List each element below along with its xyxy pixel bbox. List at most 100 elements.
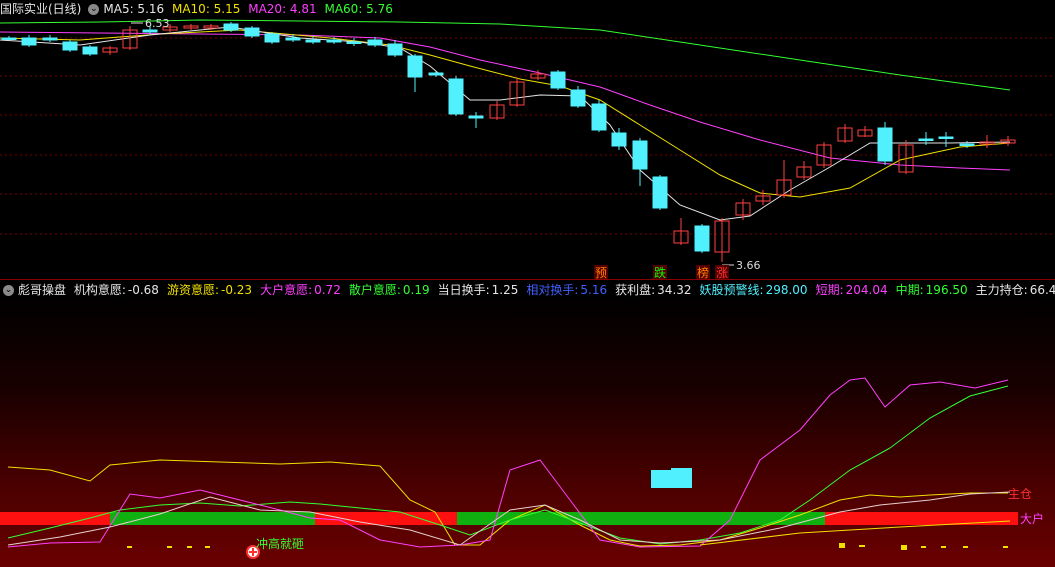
candle-body (407, 55, 423, 78)
signal-label: 跌 (654, 265, 666, 280)
candle-body (632, 140, 648, 170)
candle-body (367, 39, 383, 46)
main-legend: 国际实业(日线) ⌄ MA5: 5.16 MA10: 5.15 MA20: 4.81… (0, 0, 1055, 18)
candle-body (428, 72, 444, 76)
indicator-label: 游资意愿: (166, 283, 219, 297)
stock-title: 国际实业(日线) (0, 2, 82, 16)
candle-body (1, 37, 17, 40)
candle-body (142, 29, 158, 33)
ma20-legend: MA20: 4.81 (248, 2, 317, 16)
indicator-item: 散户意愿: 0.19 (349, 283, 434, 297)
chevron-down-icon[interactable]: ⌄ (88, 4, 100, 15)
ma5-line (0, 26, 1011, 221)
band-segment (0, 512, 110, 525)
high-label: 6.53 (145, 17, 170, 30)
candle-body (305, 39, 321, 43)
indicator-item: 短期: 204.04 (816, 283, 892, 297)
band-segment (825, 512, 1018, 525)
indicator-chart[interactable]: 冲高就砸 主仓大户 (0, 297, 1055, 567)
candle-body (652, 176, 668, 209)
indicator-value: 0.72 (314, 283, 341, 297)
marker (127, 546, 132, 548)
candle-body (877, 127, 893, 162)
candlestick-chart[interactable]: 6.53 3.66 预 跌 榜涨 (0, 0, 1055, 280)
ma5-legend: MA5: 5.16 (103, 2, 165, 16)
marker (859, 545, 865, 547)
indicator-item: 相对换手: 5.16 (526, 283, 611, 297)
marker (205, 546, 210, 548)
indicator-value: 5.16 (580, 283, 608, 297)
indicator-label: 获利盘: (615, 283, 656, 297)
candle-body (326, 39, 342, 43)
indicator-item: 获利盘: 34.32 (615, 283, 695, 297)
candle-body (694, 225, 710, 252)
marker (941, 546, 946, 548)
indicator-label: 中期: (895, 283, 924, 297)
indicator-label: 短期: (815, 283, 844, 297)
candle-body (346, 41, 362, 44)
candle-body (550, 71, 566, 89)
alert-block (671, 468, 692, 488)
marker (901, 545, 907, 550)
indicator-label: 妖股预警线: (699, 283, 764, 297)
candle-body (387, 43, 403, 56)
signal-label: 预 (595, 266, 607, 280)
indicator-value: 196.50 (925, 283, 968, 297)
ma20-line (0, 31, 1011, 171)
candle-body (468, 115, 484, 119)
indicator-label: 散户意愿: (348, 283, 401, 297)
youzi-line (7, 459, 1008, 547)
ma60-legend: MA60: 5.76 (324, 2, 393, 16)
zhucang-label: 主仓 (1008, 487, 1032, 501)
dahu-label: 大户 (1020, 511, 1044, 526)
indicator-item: 大户意愿: 0.72 (260, 283, 345, 297)
indicator-label: 主力持仓: (975, 283, 1028, 297)
indicator-value: 1.25 (491, 283, 519, 297)
indicator-value: 34.32 (657, 283, 692, 297)
candle-body (938, 136, 954, 139)
marker (921, 546, 926, 548)
indicator-item: 游资意愿: -0.23 (167, 283, 256, 297)
indicator-value: 0.19 (402, 283, 430, 297)
alert-block (651, 470, 671, 488)
panel-divider (0, 279, 1055, 280)
indicator-title: 彪哥操盘 (18, 283, 67, 297)
marker (963, 546, 968, 548)
chevron-down-icon[interactable]: ⌄ (3, 285, 14, 296)
candle-body (42, 37, 58, 41)
signal-label: 涨 (716, 265, 728, 280)
marker (187, 546, 192, 548)
indicator-value: 298.00 (765, 283, 808, 297)
indicator-item: 机构意愿: -0.68 (74, 283, 163, 297)
candle-body (918, 138, 934, 141)
indicator-item: 主力持仓:66.41 (976, 283, 1055, 297)
signal-label: 榜 (697, 265, 709, 280)
indicator-label: 大户意愿: (260, 283, 313, 297)
candle-body (285, 37, 301, 41)
low-label: 3.66 (736, 259, 761, 272)
candle-body (448, 78, 464, 115)
marker (839, 543, 845, 548)
indicator-value: -0.68 (127, 283, 159, 297)
indicator-label: 相对换手: (526, 283, 579, 297)
candle-body (959, 143, 975, 146)
candle-body (264, 33, 280, 43)
candle-body (62, 41, 78, 51)
candle-body (21, 37, 37, 46)
indicator-label: 机构意愿: (73, 283, 126, 297)
marker (1003, 546, 1008, 548)
candle-body (570, 89, 586, 107)
ma10-line (0, 29, 1011, 198)
indicator-value: 66.41 (1029, 283, 1055, 297)
candle-body (223, 23, 239, 31)
indicator-item: 中期: 196.50 (896, 283, 972, 297)
chart-window: 6.53 3.66 预跌榜涨 国际实业(日线) ⌄ MA5: 5.16 MA10: 5.… (0, 0, 1055, 567)
candle-body (244, 27, 260, 37)
candle-body (611, 132, 627, 147)
candle-body (82, 46, 98, 55)
ma10-legend: MA10: 5.15 (171, 2, 241, 16)
indicator-label: 当日换手: (437, 283, 490, 297)
annotation-text: 冲高就砸 (256, 536, 304, 551)
indicator-value: 204.04 (845, 283, 888, 297)
candle-body (591, 103, 607, 131)
